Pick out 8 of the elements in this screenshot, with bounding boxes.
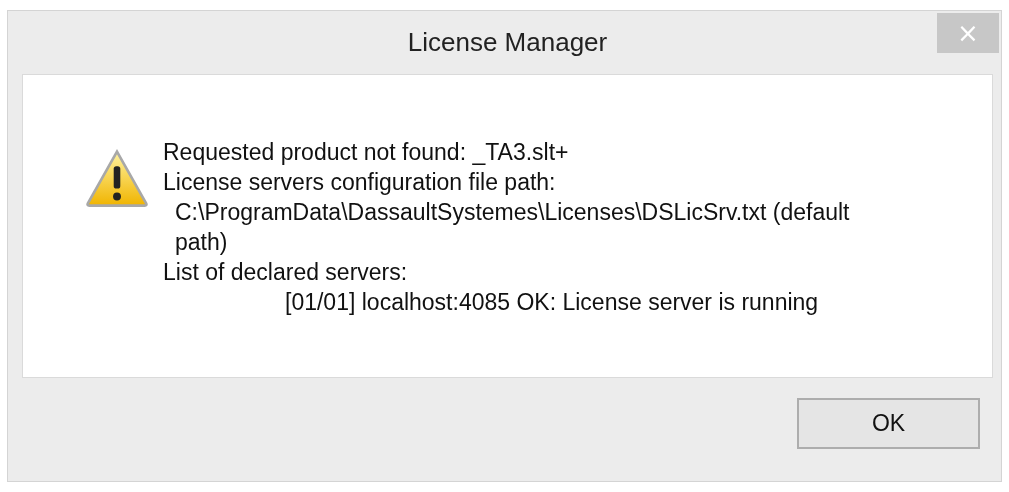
window-title: License Manager [407, 27, 608, 58]
message-text: List of declared servers: [163, 258, 409, 287]
warning-icon [85, 149, 149, 207]
ok-button[interactable]: OK [797, 398, 980, 449]
message-text: Requested product not found: _TA3.slt+ [163, 138, 570, 167]
message-text: License servers configuration file path: [163, 168, 557, 197]
message-text: [01/01] localhost:4085 OK: License server is running [284, 288, 820, 317]
message-text: C:\ProgramData\DassaultSystemes\Licenses\DSLicSrv.txt (default path) [174, 198, 851, 257]
